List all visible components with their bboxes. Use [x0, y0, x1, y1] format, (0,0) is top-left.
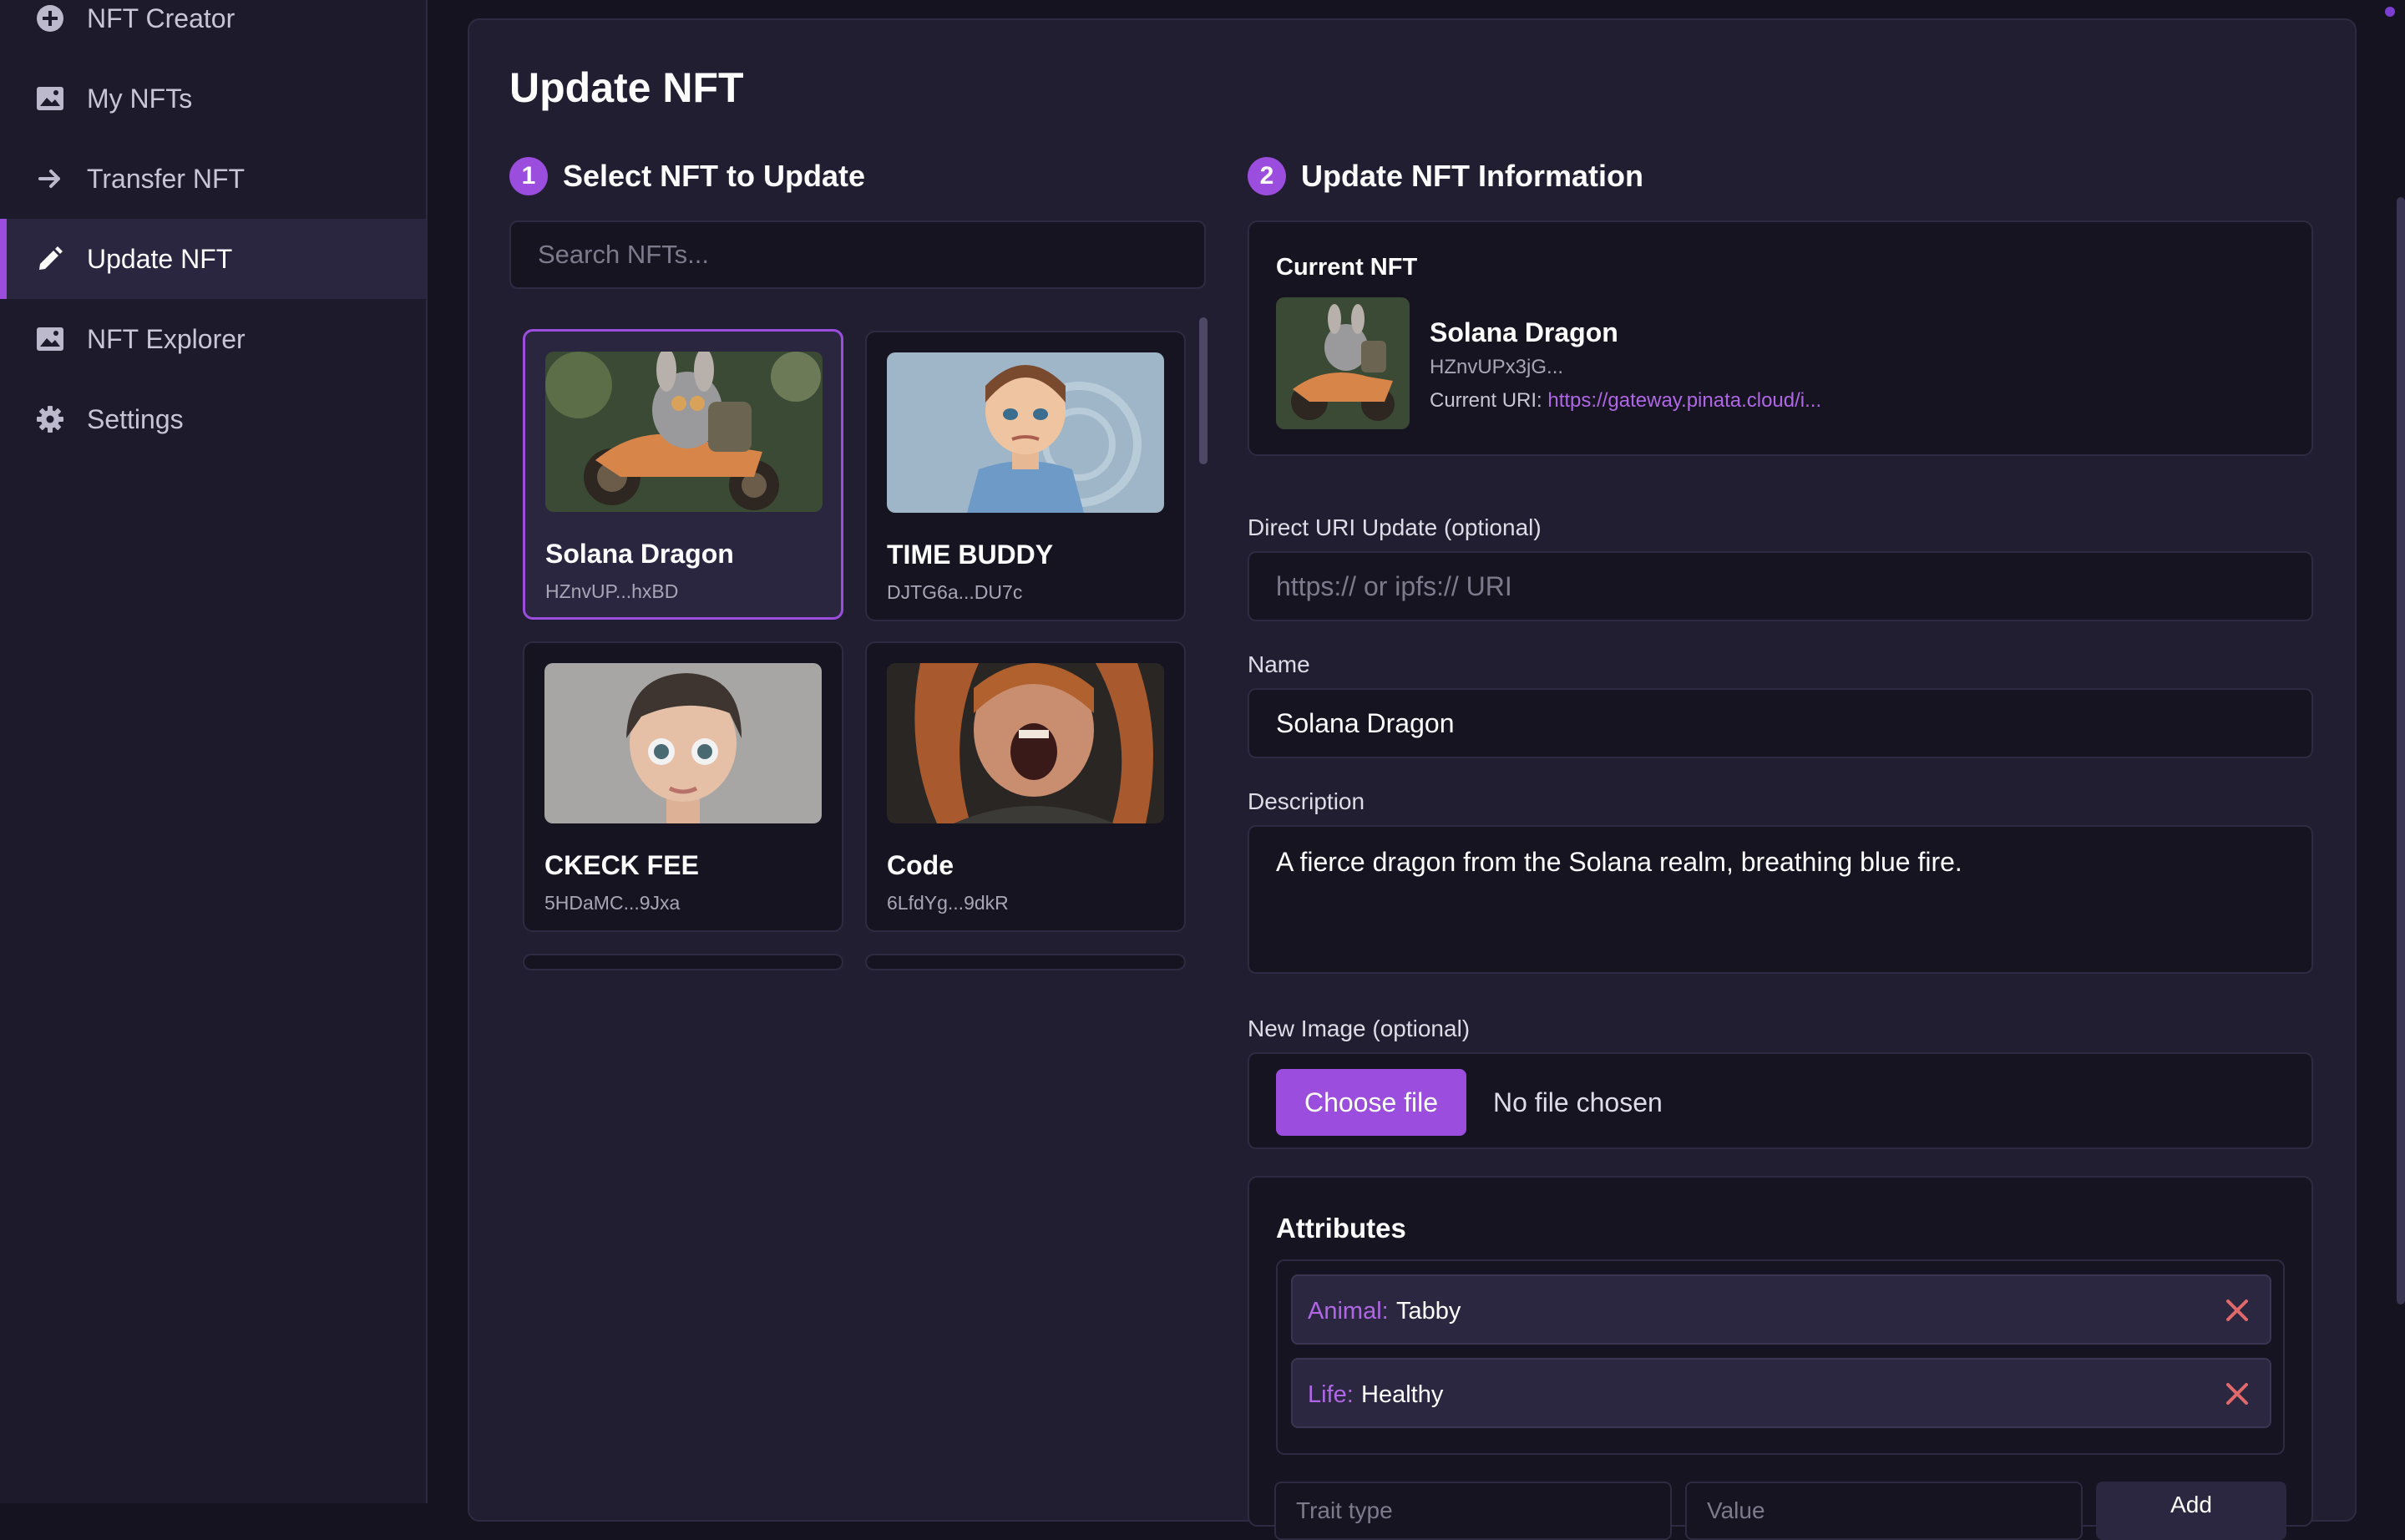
remove-icon[interactable]: [2221, 1294, 2253, 1326]
sidebar: NFT Creator My NFTs Transfer NFT Update …: [0, 0, 428, 1503]
current-nft-box: Current NFT Solana Dragon HZnvUPx3jG... …: [1248, 220, 2313, 456]
nft-card-partial[interactable]: [523, 954, 843, 970]
sidebar-item-label: My NFTs: [87, 83, 193, 114]
sidebar-item-nft-explorer[interactable]: NFT Explorer: [0, 299, 426, 379]
nft-card-title: Solana Dragon: [545, 539, 734, 569]
nft-card-solana-dragon[interactable]: Solana Dragon HZnvUP...hxBD: [523, 329, 843, 620]
nft-thumbnail: [545, 352, 823, 512]
name-input[interactable]: [1248, 688, 2313, 758]
current-nft-thumbnail: [1276, 297, 1410, 429]
step-2-header: 2 Update NFT Information: [1248, 157, 1643, 195]
attributes-list: Animal: Tabby Life: Healthy: [1276, 1259, 2285, 1455]
file-status: No file chosen: [1493, 1087, 1663, 1117]
sidebar-item-label: Update NFT: [87, 243, 233, 274]
step-title: Update NFT Information: [1301, 159, 1643, 193]
attributes-title: Attributes: [1276, 1213, 1406, 1244]
current-nft-name: Solana Dragon: [1430, 317, 1618, 347]
nft-card-title: CKECK FEE: [544, 850, 699, 880]
nft-card-address: 5HDaMC...9Jxa: [544, 892, 681, 914]
nft-card-address: 6LfdYg...9dkR: [887, 892, 1009, 914]
add-attribute-button[interactable]: Add: [2096, 1482, 2286, 1540]
attribute-value: Tabby: [1396, 1298, 1461, 1325]
nft-thumbnail: [544, 663, 822, 823]
current-uri-label: Current URI:: [1430, 389, 1542, 412]
attribute-trait: Animal:: [1308, 1298, 1389, 1325]
page-scrollbar[interactable]: [2397, 197, 2405, 1304]
uri-label: Direct URI Update (optional): [1248, 514, 1542, 540]
attribute-row: Life: Healthy: [1291, 1358, 2271, 1428]
current-uri-row: Current URI: https://gateway.pinata.clou…: [1430, 389, 1821, 413]
step-number-badge: 2: [1248, 157, 1286, 195]
nft-card-title: TIME BUDDY: [887, 540, 1054, 570]
current-nft-heading: Current NFT: [1276, 254, 1418, 281]
uri-input[interactable]: [1248, 551, 2313, 621]
sidebar-item-update-nft[interactable]: Update NFT: [0, 219, 426, 299]
sidebar-item-label: NFT Explorer: [87, 323, 246, 354]
trait-value-input[interactable]: [1685, 1482, 2083, 1540]
nft-card-partial[interactable]: [865, 954, 1186, 970]
attribute-value: Healthy: [1361, 1381, 1444, 1408]
image-label: New Image (optional): [1248, 1016, 1471, 1041]
description-label: Description: [1248, 788, 1365, 814]
page-title: Update NFT: [509, 64, 744, 111]
name-label: Name: [1248, 651, 1310, 677]
nft-list-scrollbar[interactable]: [1199, 317, 1208, 464]
attribute-row: Animal: Tabby: [1291, 1274, 2271, 1345]
image-icon: [35, 324, 65, 354]
sidebar-item-label: Transfer NFT: [87, 163, 246, 194]
attribute-trait: Life:: [1308, 1381, 1354, 1408]
search-input[interactable]: [509, 220, 1206, 289]
nft-card-title: Code: [887, 850, 954, 880]
attributes-box: Attributes Animal: Tabby Life: Healthy: [1248, 1176, 2313, 1527]
sidebar-item-label: NFT Creator: [87, 3, 235, 33]
nft-card-time-buddy[interactable]: TIME BUDDY DJTG6a...DU7c: [865, 331, 1186, 621]
file-input: Choose file No file chosen: [1248, 1052, 2313, 1149]
nft-thumbnail: [887, 663, 1164, 823]
choose-file-button[interactable]: Choose file: [1276, 1069, 1466, 1136]
sidebar-item-transfer-nft[interactable]: Transfer NFT: [0, 139, 426, 219]
description-input[interactable]: A fierce dragon from the Solana realm, b…: [1248, 825, 2313, 974]
sidebar-item-my-nfts[interactable]: My NFTs: [0, 58, 426, 139]
step-1-header: 1 Select NFT to Update: [509, 157, 865, 195]
status-dot: [2385, 7, 2395, 17]
sidebar-item-nft-creator[interactable]: NFT Creator: [0, 0, 426, 58]
plus-circle-icon: [35, 3, 65, 33]
nft-card-code[interactable]: Code 6LfdYg...9dkR: [865, 641, 1186, 932]
nft-card-address: DJTG6a...DU7c: [887, 581, 1023, 603]
step-number-badge: 1: [509, 157, 548, 195]
sidebar-item-label: Settings: [87, 403, 184, 434]
sidebar-item-settings[interactable]: Settings: [0, 379, 426, 459]
current-uri-link[interactable]: https://gateway.pinata.cloud/i...: [1547, 389, 1821, 412]
nft-thumbnail: [887, 352, 1164, 513]
gear-icon: [35, 404, 65, 434]
remove-icon[interactable]: [2221, 1378, 2253, 1410]
current-nft-address: HZnvUPx3jG...: [1430, 356, 1564, 378]
pencil-icon: [35, 244, 65, 274]
image-icon: [35, 84, 65, 114]
step-title: Select NFT to Update: [563, 159, 866, 193]
arrow-right-icon: [35, 164, 65, 194]
trait-type-input[interactable]: [1274, 1482, 1672, 1540]
nft-card-ckeck-fee[interactable]: CKECK FEE 5HDaMC...9Jxa: [523, 641, 843, 932]
nft-card-address: HZnvUP...hxBD: [545, 580, 679, 602]
